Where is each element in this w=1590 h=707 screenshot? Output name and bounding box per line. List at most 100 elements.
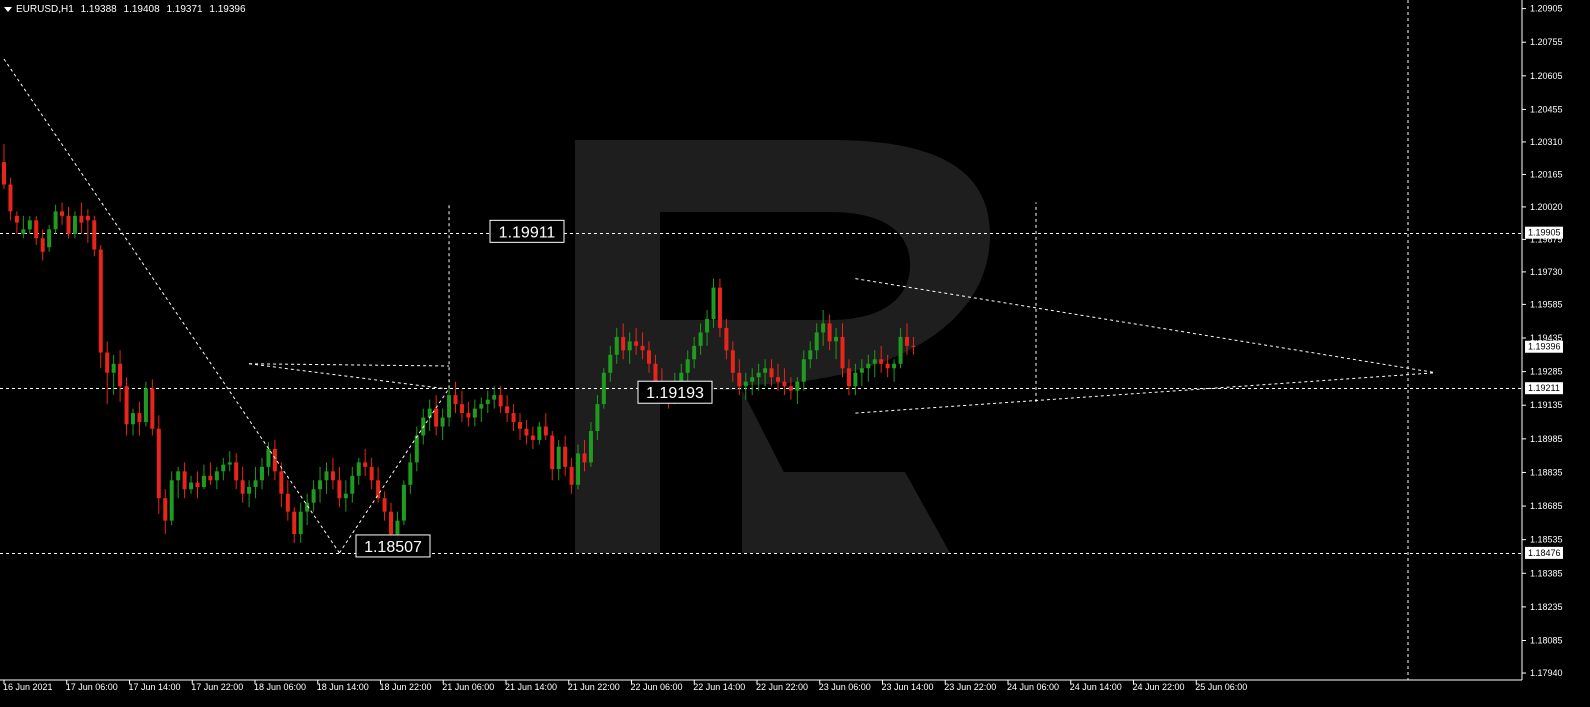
candle-body bbox=[808, 350, 813, 360]
candle-body bbox=[98, 249, 103, 353]
candle bbox=[240, 466, 245, 503]
candle-body bbox=[853, 372, 858, 387]
candle-body bbox=[285, 493, 290, 512]
candle bbox=[408, 453, 413, 494]
x-tick-label: 22 Jun 22:00 bbox=[756, 682, 808, 692]
candle-body bbox=[401, 484, 406, 521]
candle-body bbox=[324, 471, 329, 481]
candle-body bbox=[582, 453, 587, 463]
candle-body bbox=[27, 220, 32, 230]
candle-body bbox=[472, 408, 477, 418]
candle-body bbox=[505, 406, 510, 414]
candle-body bbox=[292, 511, 297, 535]
horizontal-pattern-line[interactable] bbox=[249, 363, 443, 389]
candle-body bbox=[260, 466, 264, 481]
candle-body bbox=[66, 215, 71, 234]
candle-body bbox=[311, 489, 316, 503]
candle-body bbox=[169, 480, 174, 521]
y-tick-label: 1.18685 bbox=[1530, 501, 1563, 511]
candle bbox=[21, 215, 26, 239]
candle-body bbox=[524, 428, 529, 436]
candle bbox=[472, 399, 477, 427]
candle bbox=[479, 397, 484, 423]
candle bbox=[434, 395, 439, 436]
candle bbox=[272, 439, 277, 481]
candle-body bbox=[350, 475, 355, 494]
candle-body bbox=[705, 318, 710, 333]
y-tick-label: 1.17940 bbox=[1530, 668, 1563, 678]
x-tick-label: 17 Jun 22:00 bbox=[191, 682, 243, 692]
candle-body bbox=[750, 377, 755, 382]
candle bbox=[459, 390, 464, 423]
price-badge: 1.19396 bbox=[1525, 340, 1563, 353]
candle bbox=[131, 408, 135, 436]
candle bbox=[537, 422, 542, 445]
x-tick-label: 17 Jun 14:00 bbox=[129, 682, 181, 692]
candle bbox=[550, 430, 555, 481]
candle-body bbox=[47, 229, 52, 248]
candle-body bbox=[234, 462, 239, 481]
x-tick-label: 22 Jun 06:00 bbox=[631, 682, 683, 692]
candle-body bbox=[788, 386, 793, 391]
horizontal-pattern-line[interactable] bbox=[249, 363, 450, 367]
trendline-up[interactable] bbox=[338, 388, 450, 554]
candle bbox=[324, 462, 329, 494]
candle-body bbox=[201, 475, 206, 488]
candle bbox=[498, 386, 503, 414]
candle-body bbox=[79, 215, 84, 223]
candle-body bbox=[685, 359, 690, 373]
y-tick-label: 1.20310 bbox=[1530, 137, 1563, 147]
collapse-triangle-icon[interactable] bbox=[4, 6, 12, 12]
candle-body bbox=[208, 475, 213, 481]
ohlc-high: 1.19408 bbox=[123, 4, 160, 15]
x-tick-label: 23 Jun 14:00 bbox=[882, 682, 934, 692]
candle-body bbox=[756, 372, 761, 378]
candle bbox=[60, 202, 65, 225]
candle bbox=[234, 453, 239, 490]
candle bbox=[543, 413, 548, 440]
chart-canvas[interactable]: 1.19911 1.19193 1.18507 1.20905 1.20755 1.20… bbox=[0, 0, 1590, 707]
candle bbox=[156, 415, 161, 514]
candle bbox=[569, 457, 574, 494]
candle-body bbox=[911, 345, 916, 347]
candle-body bbox=[743, 381, 748, 387]
symbol-label: EURUSD,H1 bbox=[16, 4, 74, 15]
candle-body bbox=[118, 363, 123, 387]
y-tick-label: 1.19585 bbox=[1530, 299, 1563, 309]
candle bbox=[530, 426, 535, 449]
candle-body bbox=[34, 220, 39, 239]
candle bbox=[79, 202, 84, 234]
candle-body bbox=[711, 287, 716, 319]
chart-window[interactable]: 1.19911 1.19193 1.18507 1.20905 1.20755 1.20… bbox=[0, 0, 1590, 707]
candle-body bbox=[556, 446, 561, 470]
candle-body bbox=[569, 466, 574, 485]
candle bbox=[14, 211, 19, 234]
x-tick-label: 22 Jun 14:00 bbox=[693, 682, 745, 692]
level-label-text: 1.18507 bbox=[364, 539, 422, 556]
candle-body bbox=[53, 211, 58, 230]
candle bbox=[169, 471, 174, 526]
candle-body bbox=[846, 368, 851, 387]
price-badge-text: 1.19211 bbox=[1528, 383, 1560, 393]
y-tick-label: 1.20020 bbox=[1530, 202, 1563, 212]
level-label: 1.19193 bbox=[637, 380, 713, 404]
candle bbox=[563, 435, 568, 476]
candle-body bbox=[724, 327, 729, 351]
candle bbox=[505, 395, 510, 423]
candle-body bbox=[692, 345, 697, 360]
candle-body bbox=[717, 287, 722, 328]
candle bbox=[118, 350, 123, 402]
candle-body bbox=[905, 336, 909, 346]
candle-body bbox=[85, 215, 90, 221]
candle bbox=[34, 215, 39, 246]
candle bbox=[253, 466, 258, 499]
candle bbox=[189, 475, 194, 494]
price-badge-text: 1.19905 bbox=[1528, 228, 1561, 238]
candle bbox=[518, 413, 522, 440]
candle-body bbox=[485, 399, 490, 405]
triangle-lower-line[interactable] bbox=[855, 372, 1436, 414]
candle-body bbox=[440, 417, 445, 427]
candle-body bbox=[801, 359, 806, 382]
candle-body bbox=[453, 395, 458, 405]
candle-body bbox=[376, 480, 381, 499]
